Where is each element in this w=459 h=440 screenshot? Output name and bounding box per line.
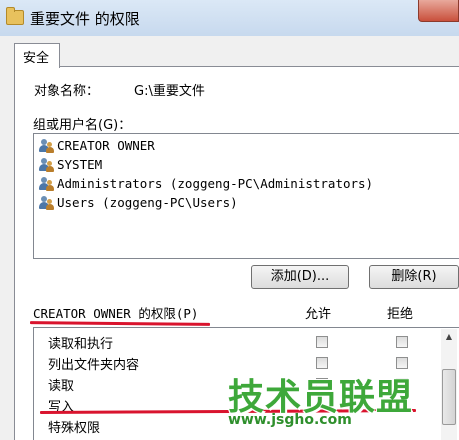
user-name: Administrators (zoggeng-PC\Administrator… [57, 176, 374, 191]
close-button[interactable] [418, 0, 459, 22]
list-item-creator-owner[interactable]: CREATOR OWNER [38, 136, 155, 155]
permission-read-execute: 读取和执行 [48, 337, 114, 352]
title-bar: 重要文件 的权限 [0, 0, 459, 36]
allow-read-execute-checkbox[interactable] [316, 336, 328, 348]
object-name-label: 对象名称： [34, 84, 100, 99]
add-button[interactable]: 添加(D)... [251, 265, 349, 289]
allow-column-header: 允许 [305, 307, 332, 322]
tab-security[interactable]: 安全 [14, 43, 60, 68]
permission-special: 特殊权限 [48, 421, 101, 436]
list-item-administrators[interactable]: Administrators (zoggeng-PC\Administrator… [38, 174, 373, 193]
list-item-system[interactable]: SYSTEM [38, 155, 102, 174]
object-name-value: G:\重要文件 [134, 84, 205, 99]
folder-icon [6, 7, 24, 25]
list-item-users[interactable]: Users (zoggeng-PC\Users) [38, 193, 238, 212]
permission-list-folder: 列出文件夹内容 [48, 358, 140, 373]
user-group-icon [38, 157, 54, 172]
watermark-url: www.jsgho.com [228, 412, 352, 428]
permissions-label: CREATOR OWNER 的权限(P) [33, 306, 199, 321]
user-group-icon [38, 176, 54, 191]
user-name: Users (zoggeng-PC\Users) [57, 195, 238, 210]
scroll-thumb[interactable] [442, 369, 456, 425]
permission-read: 读取 [48, 379, 75, 394]
deny-read-execute-checkbox[interactable] [396, 336, 408, 348]
window-title: 重要文件 的权限 [30, 10, 140, 28]
user-name: CREATOR OWNER [57, 138, 155, 153]
permissions-scrollbar[interactable]: ▲ [441, 329, 457, 440]
scroll-up-icon[interactable]: ▲ [441, 329, 457, 345]
groups-label: 组或用户名(G)： [33, 118, 132, 133]
user-group-icon [38, 138, 54, 153]
deny-column-header: 拒绝 [387, 307, 414, 322]
remove-button[interactable]: 删除(R) [369, 265, 459, 289]
users-listbox[interactable]: CREATOR OWNER SYSTEM Administrators (zog… [33, 133, 459, 259]
user-name: SYSTEM [57, 157, 103, 172]
user-group-icon [38, 195, 54, 210]
